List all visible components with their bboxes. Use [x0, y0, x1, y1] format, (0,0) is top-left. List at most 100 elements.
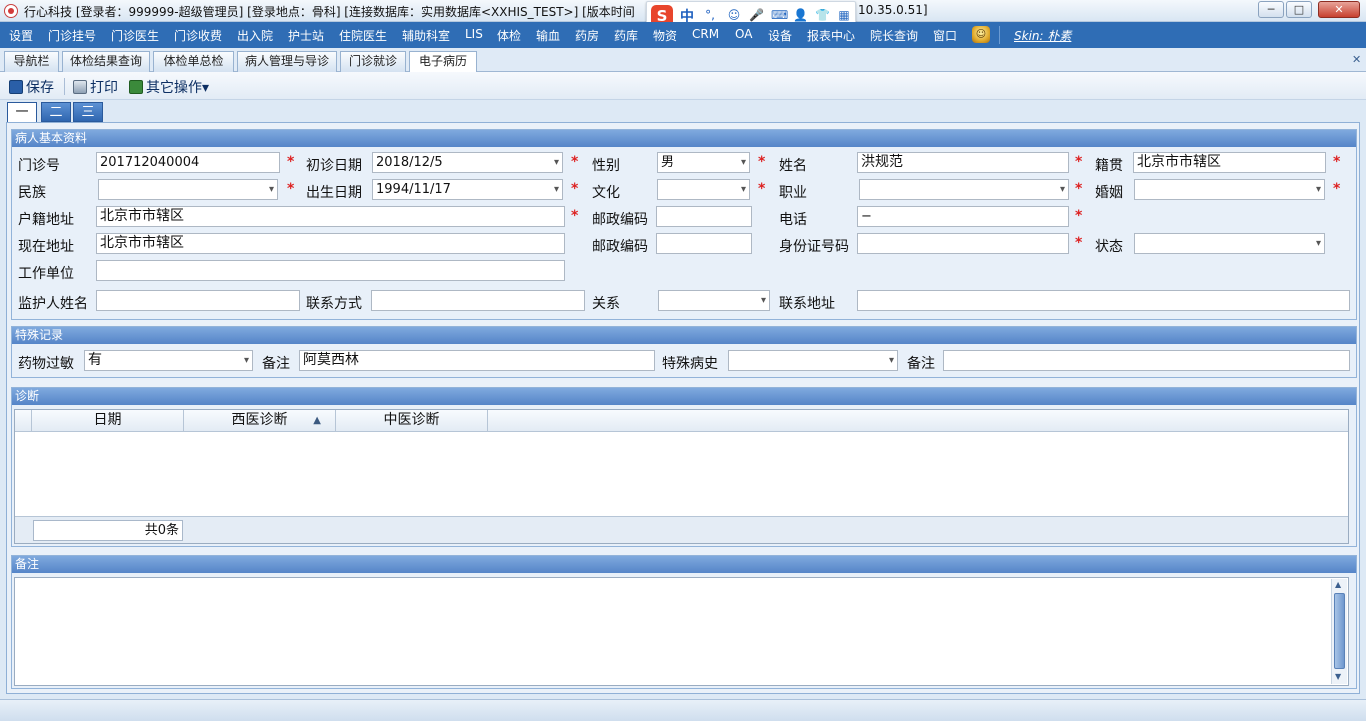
menu-registration[interactable]: 门诊挂号	[48, 27, 96, 44]
origin-input[interactable]: 北京市市辖区	[1133, 152, 1326, 173]
menu-auxiliary-dept[interactable]: 辅助科室	[402, 27, 450, 44]
marital-select[interactable]	[1134, 179, 1325, 200]
document-tab-bar: 导航栏 体检结果查询 体检单总检 病人管理与导诊 门诊就诊 电子病历	[0, 48, 1366, 73]
record-page-tabs: 一 二 三	[0, 100, 1366, 122]
floppy-disk-icon	[9, 80, 23, 94]
toolbox-grid-icon[interactable]: ▦	[837, 8, 851, 22]
menu-crm[interactable]: CRM	[692, 27, 719, 41]
remarks-textarea[interactable]: ▲ ▼	[14, 577, 1349, 686]
tab-navigation[interactable]: 导航栏	[4, 51, 59, 72]
birth-date-picker[interactable]: 1994/11/17	[372, 179, 563, 200]
name-label: 姓名	[779, 158, 807, 174]
punctuation-icon[interactable]: °,	[703, 8, 717, 22]
ethnicity-label: 民族	[18, 185, 46, 201]
menu-report-center[interactable]: 报表中心	[807, 27, 855, 44]
outpatient-no-input[interactable]: 201712040004	[96, 152, 280, 173]
group-header: 备注	[12, 556, 1356, 573]
menu-window[interactable]: 窗口	[933, 27, 957, 44]
skin-shirt-icon[interactable]: 👕	[815, 8, 830, 22]
tab-patient-management[interactable]: 病人管理与导诊	[237, 51, 337, 72]
microphone-icon[interactable]: 🎤	[749, 8, 764, 22]
scroll-up-icon[interactable]: ▲	[1335, 580, 1341, 589]
user-icon[interactable]: 👤	[793, 8, 808, 22]
menu-equipment[interactable]: 设备	[768, 27, 792, 44]
status-select[interactable]	[1134, 233, 1325, 254]
required-mark: *	[758, 181, 766, 197]
other-actions-dropdown[interactable]: 其它操作▾	[129, 77, 209, 97]
contact-label: 联系方式	[306, 296, 362, 312]
zip-code-input[interactable]	[656, 206, 752, 227]
scroll-down-icon[interactable]: ▼	[1335, 672, 1341, 681]
menu-transfusion[interactable]: 输血	[536, 27, 560, 44]
special-history-select[interactable]	[728, 350, 898, 371]
tab-exam-summary[interactable]: 体检单总检	[153, 51, 234, 72]
keyboard-icon[interactable]: ⌨	[771, 8, 788, 22]
menu-admission[interactable]: 出入院	[237, 27, 273, 44]
first-visit-date-picker[interactable]: 2018/12/5	[372, 152, 563, 173]
menu-oa[interactable]: OA	[735, 27, 752, 41]
zip-code-label-2: 邮政编码	[592, 239, 648, 255]
menu-separator	[999, 26, 1000, 44]
drug-allergy-select[interactable]: 有	[84, 350, 253, 371]
tab-outpatient-visit[interactable]: 门诊就诊	[340, 51, 406, 72]
contact-input[interactable]	[371, 290, 585, 311]
zip-code-input-2[interactable]	[656, 233, 752, 254]
column-western-diagnosis[interactable]: 西医诊断 ▲	[184, 410, 336, 432]
skin-link[interactable]: Skin: 朴素	[1014, 27, 1071, 44]
sort-ascending-icon: ▲	[313, 415, 321, 426]
relation-select[interactable]	[658, 290, 770, 311]
tab-emr[interactable]: 电子病历	[409, 51, 477, 73]
group-header: 病人基本资料	[12, 130, 1356, 147]
patient-basic-info-group: 病人基本资料 门诊号 201712040004 * 初诊日期 2018/12/5…	[11, 129, 1357, 320]
required-mark: *	[571, 181, 579, 197]
phone-label: 电话	[779, 212, 807, 228]
page-tab-1[interactable]: 一	[7, 102, 37, 122]
registered-address-input[interactable]: 北京市市辖区	[96, 206, 565, 227]
menu-pharmacy[interactable]: 药房	[575, 27, 599, 44]
occupation-select[interactable]	[859, 179, 1069, 200]
page-tab-3[interactable]: 三	[73, 102, 103, 122]
contact-address-input[interactable]	[857, 290, 1350, 311]
column-tcm-diagnosis[interactable]: 中医诊断	[336, 410, 488, 432]
work-unit-input[interactable]	[96, 260, 565, 281]
scroll-thumb[interactable]	[1334, 593, 1345, 669]
education-select[interactable]	[657, 179, 750, 200]
gender-select[interactable]: 男	[657, 152, 750, 173]
required-mark: *	[1075, 208, 1083, 224]
id-number-label: 身份证号码	[779, 239, 849, 255]
close-button[interactable]: ✕	[1318, 1, 1360, 18]
ethnicity-select[interactable]	[98, 179, 278, 200]
menu-nurse-station[interactable]: 护士站	[288, 27, 324, 44]
menu-drug-store[interactable]: 药库	[614, 27, 638, 44]
menu-director-query[interactable]: 院长查询	[870, 27, 918, 44]
close-tab-icon[interactable]: ✕	[1352, 53, 1361, 66]
menu-materials[interactable]: 物资	[653, 27, 677, 44]
id-number-input[interactable]	[857, 233, 1069, 254]
column-date[interactable]: 日期	[32, 410, 184, 432]
menu-physical-exam[interactable]: 体检	[497, 27, 521, 44]
guardian-name-input[interactable]	[96, 290, 300, 311]
tab-exam-results[interactable]: 体检结果查询	[62, 51, 150, 72]
menu-lis[interactable]: LIS	[465, 27, 483, 41]
menu-inpatient-doctor[interactable]: 住院医生	[339, 27, 387, 44]
menu-bar: 设置 门诊挂号 门诊医生 门诊收费 出入院 护士站 住院医生 辅助科室 LIS …	[0, 22, 1366, 48]
origin-label: 籍贯	[1095, 158, 1123, 174]
history-note-input[interactable]	[943, 350, 1350, 371]
maximize-button[interactable]: □	[1286, 1, 1312, 18]
page-tab-2[interactable]: 二	[41, 102, 71, 122]
allergy-note-input[interactable]: 阿莫西林	[299, 350, 655, 371]
current-address-input[interactable]: 北京市市辖区	[96, 233, 565, 254]
emoji-icon[interactable]: ☺	[727, 8, 741, 22]
save-button[interactable]: 保存	[9, 77, 54, 97]
save-label: 保存	[26, 80, 54, 96]
skin-hat-icon[interactable]: ☺	[972, 26, 990, 43]
menu-outpatient-doctor[interactable]: 门诊医生	[111, 27, 159, 44]
required-mark: *	[1075, 154, 1083, 170]
menu-settings[interactable]: 设置	[9, 27, 33, 44]
print-button[interactable]: 打印	[73, 77, 118, 97]
name-input[interactable]: 洪规范	[857, 152, 1069, 173]
vertical-scrollbar[interactable]: ▲ ▼	[1331, 579, 1347, 684]
minimize-button[interactable]: ─	[1258, 1, 1284, 18]
menu-outpatient-charge[interactable]: 门诊收费	[174, 27, 222, 44]
phone-input[interactable]: −	[857, 206, 1069, 227]
